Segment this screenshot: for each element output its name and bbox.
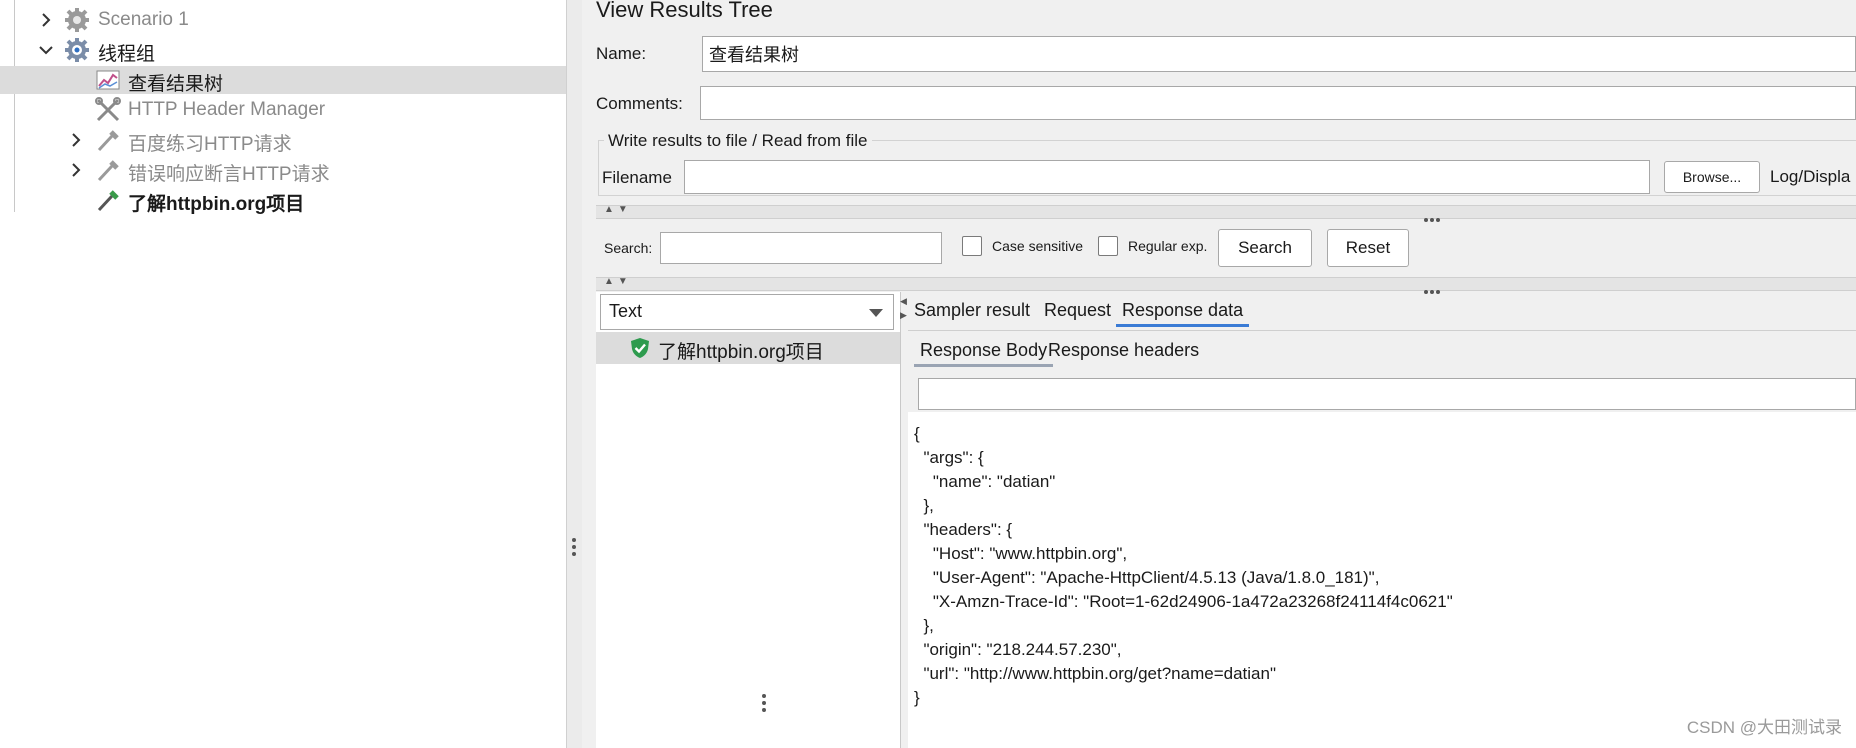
- collapse-arrows-icon[interactable]: ▲▼: [604, 276, 632, 287]
- chevron-right-icon[interactable]: [66, 130, 86, 150]
- drag-handle-icon[interactable]: [572, 538, 576, 559]
- regex-checkbox[interactable]: [1098, 236, 1118, 256]
- log-display-label: Log/Displa: [1770, 167, 1851, 186]
- tree-item-baidu-http-request[interactable]: 百度练习HTTP请求: [0, 126, 566, 155]
- renderer-value: Text: [609, 301, 643, 321]
- tree-item-http-header-manager[interactable]: HTTP Header Manager: [0, 96, 566, 124]
- name-input[interactable]: 查看结果树: [702, 36, 1856, 72]
- drag-handle-icon[interactable]: [762, 694, 766, 715]
- tree-item-label: 百度练习HTTP请求: [128, 134, 292, 155]
- collapse-arrows-icon[interactable]: ▲▼: [604, 204, 632, 215]
- tree-item-httpbin-request[interactable]: 了解httpbin.org项目: [0, 186, 566, 215]
- tree-item-error-assertion-http-request[interactable]: 错误响应断言HTTP请求: [0, 156, 566, 185]
- pipette-icon: [97, 130, 119, 152]
- gear-icon: [65, 8, 89, 32]
- comments-input[interactable]: [700, 86, 1856, 120]
- search-button[interactable]: Search: [1218, 229, 1312, 267]
- collapse-arrows-icon[interactable]: ◀ ▶: [900, 294, 908, 322]
- renderer-select[interactable]: Text: [600, 294, 894, 330]
- name-label: Name:: [596, 44, 647, 63]
- tools-icon: [95, 97, 121, 122]
- drag-handle-icon[interactable]: [1424, 209, 1442, 227]
- search-label: Search:: [604, 240, 653, 256]
- collapse-divider[interactable]: ▲▼: [596, 204, 1856, 222]
- tree-item-view-results-tree[interactable]: 查看结果树: [0, 66, 566, 95]
- tree-item-label: 查看结果树: [128, 74, 224, 95]
- result-detail: Sampler result Request Response data Res…: [908, 292, 1856, 748]
- comments-label: Comments:: [596, 94, 683, 113]
- filename-label: Filename: [602, 168, 672, 187]
- tabs-separator: [908, 330, 1856, 331]
- browse-button[interactable]: Browse...: [1664, 161, 1760, 193]
- filename-input[interactable]: [684, 160, 1650, 194]
- search-input[interactable]: [660, 232, 942, 264]
- case-sensitive-checkbox[interactable]: [962, 236, 982, 256]
- chevron-right-icon[interactable]: [66, 160, 86, 180]
- regex-label: Regular exp.: [1128, 238, 1208, 254]
- view-results-tree-panel: View Results Tree Name: 查看结果树 Comments: …: [582, 0, 1856, 748]
- response-body[interactable]: { "args": { "name": "datian" }, "headers…: [908, 412, 1856, 748]
- response-find-input[interactable]: [918, 378, 1856, 410]
- chevron-down-icon[interactable]: [869, 309, 883, 317]
- tree-item-label: HTTP Header Manager: [128, 99, 326, 120]
- subtab-response-body[interactable]: Response Body: [914, 340, 1054, 367]
- collapse-divider[interactable]: ▲▼: [596, 276, 1856, 294]
- tree-item-thread-group[interactable]: 线程组: [0, 36, 566, 65]
- panel-title: View Results Tree: [596, 0, 773, 22]
- tree-item-label: 了解httpbin.org项目: [128, 194, 305, 215]
- success-shield-icon: [631, 338, 649, 358]
- chart-icon: [96, 70, 120, 90]
- tree-item-label: 错误响应断言HTTP请求: [128, 164, 330, 185]
- result-item-label: 了解httpbin.org项目: [658, 342, 824, 363]
- pipette-icon: [97, 160, 119, 182]
- test-plan-tree: Scenario 1 线程组 查看结果树 HTTP Header Manager…: [0, 0, 566, 748]
- tab-sampler-result[interactable]: Sampler result: [914, 300, 1030, 321]
- tree-item-scenario-1[interactable]: Scenario 1: [0, 6, 566, 34]
- file-section-label: Write results to file / Read from file: [604, 131, 872, 151]
- chevron-down-icon[interactable]: [36, 40, 56, 60]
- gear-icon: [65, 38, 89, 62]
- subtab-response-headers[interactable]: Response headers: [1048, 340, 1199, 361]
- tab-request[interactable]: Request: [1044, 300, 1111, 321]
- response-body-text: { "args": { "name": "datian" }, "headers…: [914, 424, 1453, 707]
- results-list: Text 了解httpbin.org项目: [596, 292, 901, 748]
- result-item[interactable]: 了解httpbin.org项目: [596, 332, 900, 364]
- case-sensitive-label: Case sensitive: [992, 238, 1084, 254]
- tree-item-label: Scenario 1: [98, 9, 189, 30]
- chevron-right-icon[interactable]: [36, 10, 56, 30]
- tree-item-label: 线程组: [98, 44, 156, 65]
- pipette-icon: [97, 190, 119, 212]
- watermark: CSDN @大田测试录: [1686, 718, 1842, 737]
- tab-response-data[interactable]: Response data: [1116, 300, 1250, 327]
- reset-button[interactable]: Reset: [1327, 229, 1409, 267]
